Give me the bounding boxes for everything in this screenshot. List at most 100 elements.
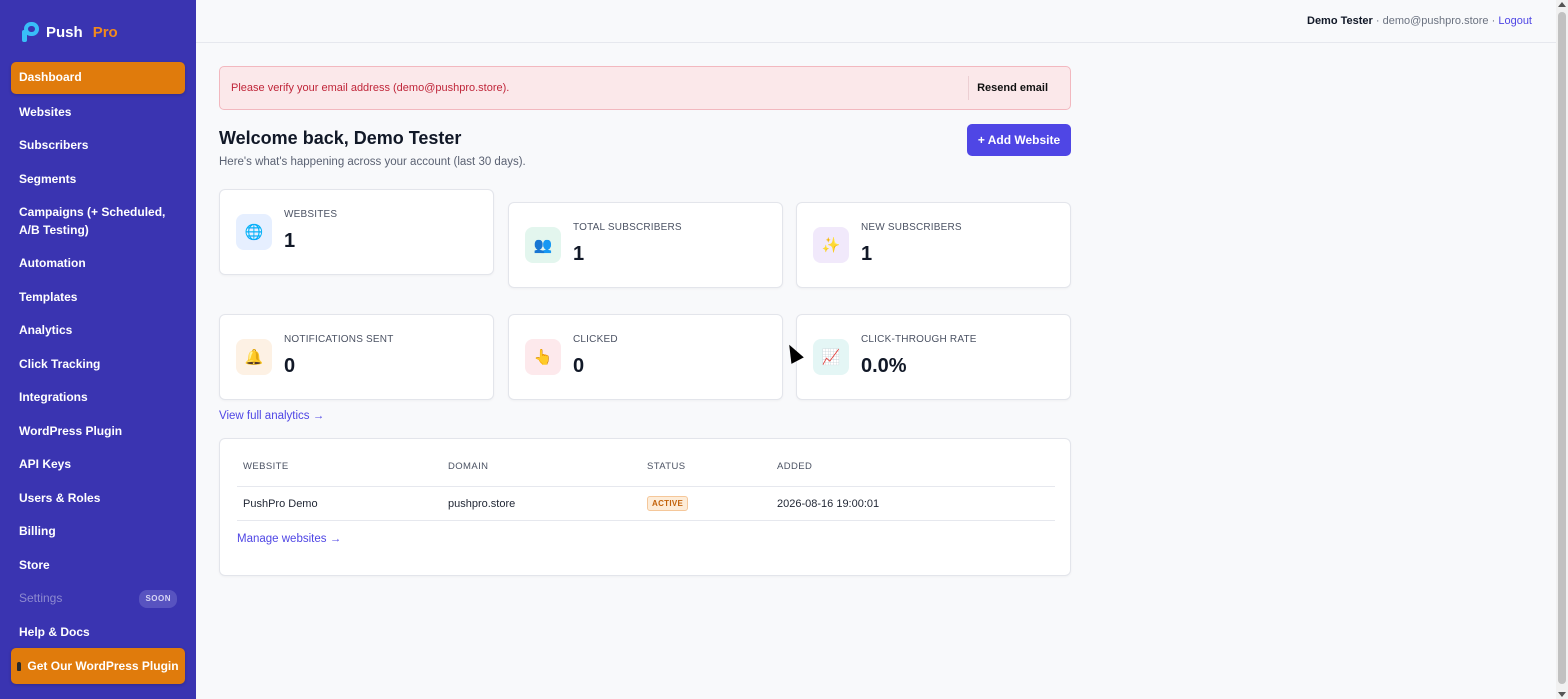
sidebar-item-analytics[interactable]: Analytics	[11, 314, 185, 348]
sidebar-item-label: Subscribers	[19, 138, 89, 153]
chart-up-icon: 📈	[813, 339, 849, 375]
brand-suffix: Pro	[92, 23, 118, 41]
sidebar-item-settings: Settings SOON	[11, 582, 185, 616]
soon-badge: SOON	[139, 589, 177, 608]
stat-value: 0.0%	[861, 355, 907, 377]
status-badge: ACTIVE	[647, 496, 689, 511]
stat-card-notifications-sent[interactable]: 🔔 NOTIFICATIONS SENT 0	[219, 314, 494, 400]
cell-status: ACTIVE	[647, 496, 777, 511]
column-header-domain: DOMAIN	[448, 461, 489, 472]
page-subtitle: Here's what's happening across your acco…	[219, 156, 526, 168]
scrollbar-thumb[interactable]	[1558, 12, 1566, 684]
sidebar-item-campaigns[interactable]: Campaigns (+ Scheduled, A/B Testing)	[11, 196, 185, 247]
sidebar-item-help-docs[interactable]: Help & Docs	[11, 616, 185, 650]
add-website-button[interactable]: + Add Website	[967, 124, 1071, 156]
stat-card-websites[interactable]: 🌐 WEBSITES 1	[219, 189, 494, 275]
column-header-added: ADDED	[777, 461, 813, 472]
sidebar-item-label: Dashboard	[19, 70, 82, 85]
sidebar-item-users-roles[interactable]: Users & Roles	[11, 482, 185, 516]
websites-table: WEBSITE DOMAIN STATUS ADDED PushPro Demo…	[237, 461, 1055, 521]
separator: ·	[1372, 15, 1383, 27]
stat-card-total-subscribers[interactable]: 👥 TOTAL SUBSCRIBERS 1	[508, 202, 783, 288]
globe-icon: 🌐	[236, 214, 272, 250]
sidebar-item-label: API Keys	[19, 457, 72, 472]
view-full-analytics-link[interactable]: View full analytics →	[219, 410, 324, 422]
sidebar-item-dashboard[interactable]: Dashboard	[11, 62, 185, 94]
stat-label: WEBSITES	[284, 209, 338, 220]
stat-label: NOTIFICATIONS SENT	[284, 334, 394, 345]
sparkles-icon: ✨	[813, 227, 849, 263]
stat-value: 1	[861, 243, 873, 265]
stat-card-clicked[interactable]: 👆 CLICKED 0	[508, 314, 783, 400]
stat-value: 0	[284, 355, 296, 377]
cell-domain: pushpro.store	[448, 497, 516, 510]
sidebar-item-label: Automation	[19, 256, 86, 271]
cell-website: PushPro Demo	[243, 497, 318, 510]
sidebar-item-label: Segments	[19, 171, 77, 186]
sidebar-item-label: Settings	[19, 591, 63, 606]
resend-email-button[interactable]: Resend email	[968, 76, 1056, 100]
stat-label: TOTAL SUBSCRIBERS	[573, 222, 682, 233]
brand-logo[interactable]: Push Pro	[20, 22, 118, 42]
scroll-down-arrow-icon[interactable]	[1558, 692, 1566, 697]
stat-value: 1	[284, 230, 296, 252]
sidebar-item-automation[interactable]: Automation	[11, 247, 185, 281]
sidebar-item-api-keys[interactable]: API Keys	[11, 448, 185, 482]
sidebar-item-label: Integrations	[19, 390, 88, 405]
scroll-up-arrow-icon[interactable]	[1558, 2, 1566, 7]
websites-table-card: WEBSITE DOMAIN STATUS ADDED PushPro Demo…	[219, 438, 1071, 576]
sidebar: Push Pro Dashboard Websites Subscribers …	[0, 0, 196, 699]
sidebar-item-label: Users & Roles	[19, 490, 101, 505]
separator: ·	[1488, 15, 1499, 27]
sidebar-item-templates[interactable]: Templates	[11, 281, 185, 315]
user-info: Demo Tester · demo@pushpro.store · Logou…	[1307, 15, 1532, 27]
pushpro-logo-icon	[20, 22, 40, 42]
stat-value: 1	[573, 243, 585, 265]
verify-email-alert: Please verify your email address (demo@p…	[219, 66, 1071, 110]
sidebar-item-label: Templates	[19, 289, 78, 304]
sidebar-item-label: Help & Docs	[19, 624, 90, 639]
stat-card-new-subscribers[interactable]: ✨ NEW SUBSCRIBERS 1	[796, 202, 1071, 288]
pin-icon	[17, 661, 22, 671]
sidebar-item-integrations[interactable]: Integrations	[11, 381, 185, 415]
table-header-row: WEBSITE DOMAIN STATUS ADDED	[237, 461, 1055, 487]
bell-icon: 🔔	[236, 339, 272, 375]
topbar: Demo Tester · demo@pushpro.store · Logou…	[196, 0, 1556, 43]
stat-label: NEW SUBSCRIBERS	[861, 222, 962, 233]
sidebar-item-store[interactable]: Store	[11, 549, 185, 583]
sidebar-item-label: Click Tracking	[19, 356, 101, 371]
plugin-button-label: Get Our WordPress Plugin	[27, 659, 179, 673]
alert-message: Please verify your email address (demo@p…	[231, 82, 510, 94]
sidebar-item-label: Billing	[19, 524, 56, 539]
table-row[interactable]: PushPro Demo pushpro.store ACTIVE 2026-0…	[237, 487, 1055, 521]
sidebar-item-billing[interactable]: Billing	[11, 515, 185, 549]
sidebar-item-segments[interactable]: Segments	[11, 163, 185, 197]
sidebar-item-label: Store	[19, 557, 50, 572]
sidebar-item-wordpress-plugin[interactable]: WordPress Plugin	[11, 415, 185, 449]
cell-added: 2026-08-16 19:00:01	[777, 497, 880, 510]
sidebar-item-click-tracking[interactable]: Click Tracking	[11, 348, 185, 382]
stat-value: 0	[573, 355, 585, 377]
page-scrollbar[interactable]	[1556, 0, 1568, 699]
column-header-status: STATUS	[647, 461, 686, 472]
sidebar-item-label: Analytics	[19, 323, 73, 338]
pointer-hand-icon: 👆	[525, 339, 561, 375]
users-icon: 👥	[525, 227, 561, 263]
sidebar-item-label: WordPress Plugin	[19, 423, 123, 438]
stat-label: CLICK-THROUGH RATE	[861, 334, 977, 345]
sidebar-item-label: Websites	[19, 104, 72, 119]
user-name: Demo Tester	[1307, 15, 1373, 27]
column-header-website: WEBSITE	[243, 461, 289, 472]
brand-name: Push	[46, 23, 83, 41]
stat-card-click-through-rate[interactable]: 📈 CLICK-THROUGH RATE 0.0%	[796, 314, 1071, 400]
sidebar-item-label: Campaigns (+ Scheduled, A/B Testing)	[19, 205, 166, 237]
stat-label: CLICKED	[573, 334, 618, 345]
sidebar-nav: Dashboard Websites Subscribers Segments …	[11, 62, 185, 649]
sidebar-item-websites[interactable]: Websites	[11, 96, 185, 130]
user-email: demo@pushpro.store	[1382, 15, 1489, 27]
get-wordpress-plugin-button[interactable]: Get Our WordPress Plugin	[11, 648, 185, 684]
manage-websites-link[interactable]: Manage websites →	[237, 533, 341, 545]
page-title: Welcome back, Demo Tester	[219, 128, 462, 148]
sidebar-item-subscribers[interactable]: Subscribers	[11, 129, 185, 163]
logout-link[interactable]: Logout	[1498, 15, 1532, 27]
